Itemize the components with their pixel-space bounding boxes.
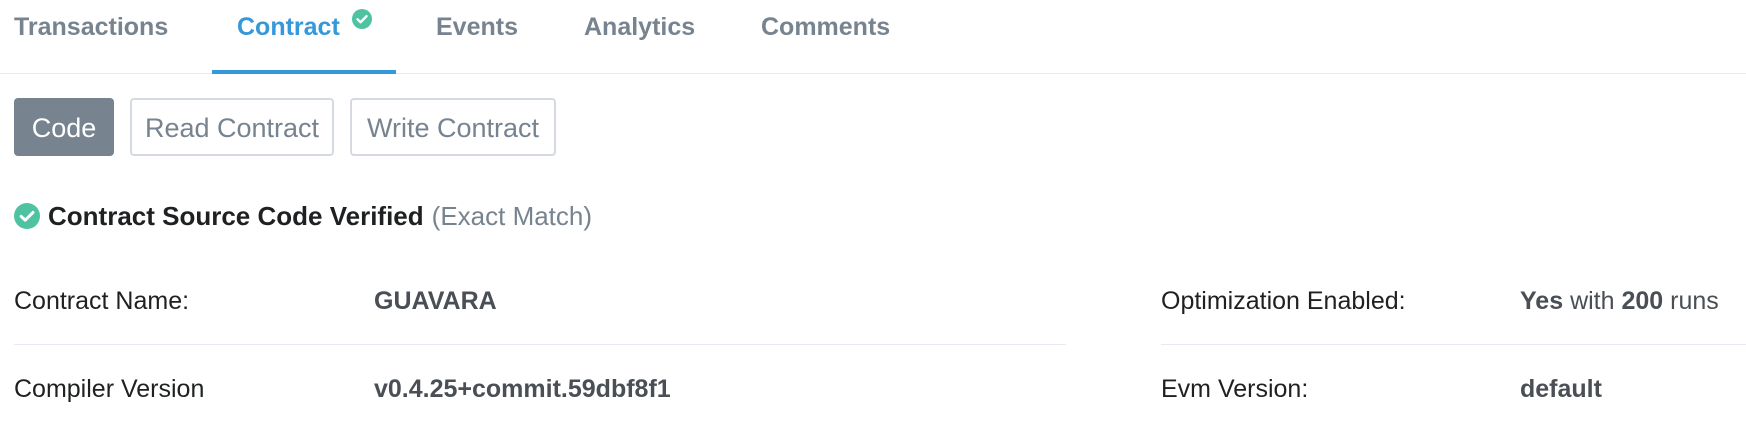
compiler-version-value: v0.4.25+commit.59dbf8f1 bbox=[374, 375, 671, 403]
optimization-yes: Yes bbox=[1520, 287, 1564, 315]
write-contract-button[interactable]: Write Contract bbox=[350, 98, 556, 156]
compiler-version-label: Compiler Version bbox=[14, 375, 205, 403]
evm-version-label: Evm Version: bbox=[1161, 375, 1309, 403]
contract-name-value: GUAVARA bbox=[374, 287, 497, 315]
verification-title: Contract Source Code Verified bbox=[48, 200, 424, 231]
tab-bar: Transactions Contract Events Analytics C… bbox=[0, 0, 1746, 74]
contract-page: Transactions Contract Events Analytics C… bbox=[0, 0, 1746, 434]
evm-version-value: default bbox=[1520, 375, 1602, 403]
row-divider bbox=[1161, 344, 1746, 345]
read-contract-button[interactable]: Read Contract bbox=[130, 98, 334, 156]
optimization-runs-suffix: runs bbox=[1670, 287, 1719, 315]
optimization-label: Optimization Enabled: bbox=[1161, 287, 1406, 315]
check-circle-icon bbox=[14, 203, 40, 229]
active-tab-indicator bbox=[212, 70, 396, 74]
tab-analytics[interactable]: Analytics bbox=[584, 0, 695, 74]
contract-name-label: Contract Name: bbox=[14, 287, 190, 315]
verification-note: (Exact Match) bbox=[431, 200, 593, 231]
optimization-value: Yes with 200 runs bbox=[1520, 286, 1719, 316]
row-divider bbox=[14, 344, 1066, 345]
optimization-runs: 200 bbox=[1621, 287, 1664, 315]
verified-check-icon bbox=[352, 9, 372, 29]
code-button[interactable]: Code bbox=[14, 98, 114, 156]
tab-events[interactable]: Events bbox=[436, 0, 518, 74]
tab-transactions[interactable]: Transactions bbox=[14, 0, 168, 74]
optimization-with: with bbox=[1570, 287, 1615, 315]
tab-contract[interactable]: Contract bbox=[237, 0, 340, 74]
verification-status: Contract Source Code Verified (Exact Mat… bbox=[14, 200, 592, 232]
tab-comments[interactable]: Comments bbox=[761, 0, 890, 74]
